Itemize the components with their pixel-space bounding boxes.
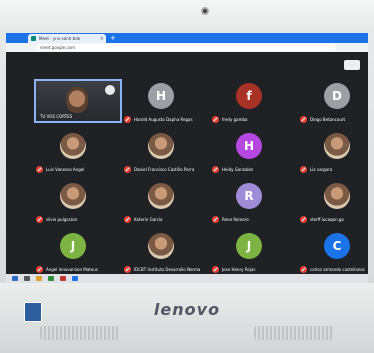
speaking-indicator-icon bbox=[105, 85, 115, 95]
chrome-icon[interactable] bbox=[48, 276, 54, 281]
participant-name: carlos armando castellanos bbox=[310, 267, 365, 272]
participant-tile[interactable]: IDCBT Instituto Desarrollo Normativo Car… bbox=[122, 229, 202, 274]
participant-name: Luis Vanessa Angel bbox=[46, 167, 85, 172]
participant-photo-avatar bbox=[324, 133, 350, 159]
monitor-top-bezel bbox=[0, 0, 374, 36]
meet-favicon-icon bbox=[31, 36, 36, 41]
participant-photo-avatar bbox=[148, 133, 174, 159]
participant-photo-avatar bbox=[60, 133, 86, 159]
participant-name: Liz vargara bbox=[310, 167, 333, 172]
participant-initial-avatar: R bbox=[236, 183, 262, 209]
mic-muted-icon bbox=[300, 216, 307, 223]
participant-name: Katerin Garcia bbox=[134, 217, 163, 222]
search-icon[interactable] bbox=[24, 276, 30, 281]
participant-initial-avatar: J bbox=[236, 233, 262, 259]
participant-name: Jose Henry Rojas bbox=[222, 267, 256, 272]
participant-name: sterff.lucaqon.go bbox=[310, 217, 344, 222]
participant-tile[interactable]: D Diego Betancourt bbox=[298, 79, 368, 124]
right-speaker-grille bbox=[254, 326, 334, 340]
mic-muted-icon bbox=[300, 116, 307, 123]
self-view-name: TU VOS CORTES bbox=[40, 114, 73, 119]
mic-muted-icon bbox=[124, 216, 131, 223]
os-taskbar bbox=[6, 274, 368, 283]
participant-tile[interactable]: silvio pulgarzon bbox=[34, 179, 114, 224]
mic-muted-icon bbox=[124, 266, 131, 273]
participant-name: Heidy Gonzalez bbox=[222, 167, 254, 172]
participant-name: Angel Innovarsion Mateus bbox=[46, 267, 98, 272]
participant-tile[interactable]: Katerin Garcia bbox=[122, 179, 202, 224]
participant-photo-avatar bbox=[60, 183, 86, 209]
participant-initial-avatar: H bbox=[148, 83, 174, 109]
tab-title: Meet - ynx-sanh-bde bbox=[39, 36, 81, 41]
webcam-icon bbox=[201, 7, 209, 15]
folder-icon[interactable] bbox=[36, 276, 42, 281]
self-view-tile[interactable]: TU VOS CORTES bbox=[34, 79, 122, 123]
monitor-screen: Meet - ynx-sanh-bde × + meet.google.com … bbox=[6, 33, 368, 283]
layout-icon[interactable] bbox=[344, 60, 360, 70]
participant-initial-avatar: D bbox=[324, 83, 350, 109]
mic-muted-icon bbox=[124, 166, 131, 173]
start-icon[interactable] bbox=[12, 276, 18, 281]
participant-tile[interactable]: J Angel Innovarsion Mateus bbox=[34, 229, 114, 274]
participant-tile[interactable]: Daniel Francisco Castillo Parra bbox=[122, 129, 202, 174]
participant-name: Daniel Francisco Castillo Parra bbox=[134, 167, 195, 172]
participant-initial-avatar: C bbox=[324, 233, 350, 259]
participant-initial-avatar: f bbox=[236, 83, 262, 109]
participant-photo-avatar bbox=[148, 233, 174, 259]
participant-name: IDCBT Instituto Desarrollo Normativo Car… bbox=[134, 267, 200, 272]
mic-muted-icon bbox=[300, 166, 307, 173]
participant-name: silvio pulgarzon bbox=[46, 217, 78, 222]
new-tab-button[interactable]: + bbox=[110, 34, 116, 42]
participant-name: Diego Betancourt bbox=[310, 117, 346, 122]
edge-icon[interactable] bbox=[72, 276, 78, 281]
monitor-brand-logo: lenovo bbox=[153, 300, 221, 319]
browser-tab-strip: Meet - ynx-sanh-bde × + bbox=[6, 33, 368, 43]
participant-tile[interactable]: Ccarlos armando castellanos bbox=[298, 229, 368, 274]
mic-muted-icon bbox=[212, 266, 219, 273]
meet-call-area: TU VOS CORTES H Harold Augusto Dapha Rega… bbox=[6, 52, 368, 283]
participant-photo-avatar bbox=[148, 183, 174, 209]
participant-name: Rene Romero bbox=[222, 217, 249, 222]
participant-tile[interactable]: sterff.lucaqon.go bbox=[298, 179, 368, 224]
mic-muted-icon bbox=[36, 266, 43, 273]
mic-muted-icon bbox=[212, 116, 219, 123]
participant-tile[interactable]: f fredy gamba bbox=[210, 79, 290, 124]
mic-muted-icon bbox=[300, 266, 307, 273]
browser-tab-meet[interactable]: Meet - ynx-sanh-bde × bbox=[28, 34, 106, 43]
participant-tile[interactable]: J Jose Henry Rojas bbox=[210, 229, 290, 274]
left-speaker-grille bbox=[40, 326, 120, 340]
participant-tile[interactable]: R Rene Romero bbox=[210, 179, 290, 224]
address-input[interactable]: meet.google.com bbox=[36, 44, 336, 51]
participant-name: Harold Augusto Dapha Regas bbox=[134, 117, 193, 122]
participant-photo-avatar bbox=[324, 183, 350, 209]
photo-of-monitor: Meet - ynx-sanh-bde × + meet.google.com … bbox=[0, 0, 374, 353]
self-video-face bbox=[66, 87, 88, 113]
browser-address-bar: meet.google.com bbox=[6, 43, 368, 52]
mic-muted-icon bbox=[36, 166, 43, 173]
participant-tile[interactable]: Luis Vanessa Angel bbox=[34, 129, 114, 174]
mic-muted-icon bbox=[36, 216, 43, 223]
mic-muted-icon bbox=[124, 116, 131, 123]
participant-initial-avatar: J bbox=[60, 233, 86, 259]
participant-initial-avatar: H bbox=[236, 133, 262, 159]
app-icon[interactable] bbox=[60, 276, 66, 281]
participant-grid: TU VOS CORTES H Harold Augusto Dapha Rega… bbox=[34, 79, 365, 275]
participant-tile[interactable]: Liz vargara bbox=[298, 129, 368, 174]
tab-close-icon[interactable]: × bbox=[100, 36, 106, 42]
mic-muted-icon bbox=[212, 216, 219, 223]
participant-tile[interactable]: H Harold Augusto Dapha Regas bbox=[122, 79, 202, 124]
participant-name: fredy gamba bbox=[222, 117, 248, 122]
participant-tile[interactable]: H Heidy Gonzalez bbox=[210, 129, 290, 174]
mic-muted-icon bbox=[212, 166, 219, 173]
